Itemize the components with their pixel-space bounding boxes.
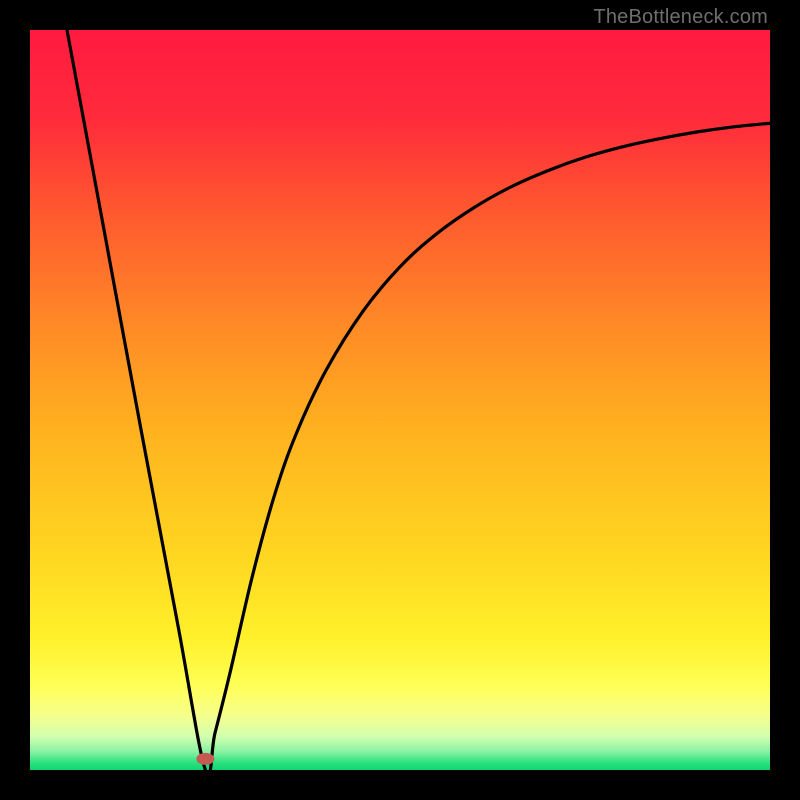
curve-layer bbox=[30, 30, 770, 770]
plot-area bbox=[30, 30, 770, 770]
chart-frame: TheBottleneck.com bbox=[0, 0, 800, 800]
watermark-text: TheBottleneck.com bbox=[593, 6, 768, 29]
bottleneck-curve-line bbox=[67, 30, 770, 770]
minimum-marker-icon bbox=[196, 753, 214, 765]
